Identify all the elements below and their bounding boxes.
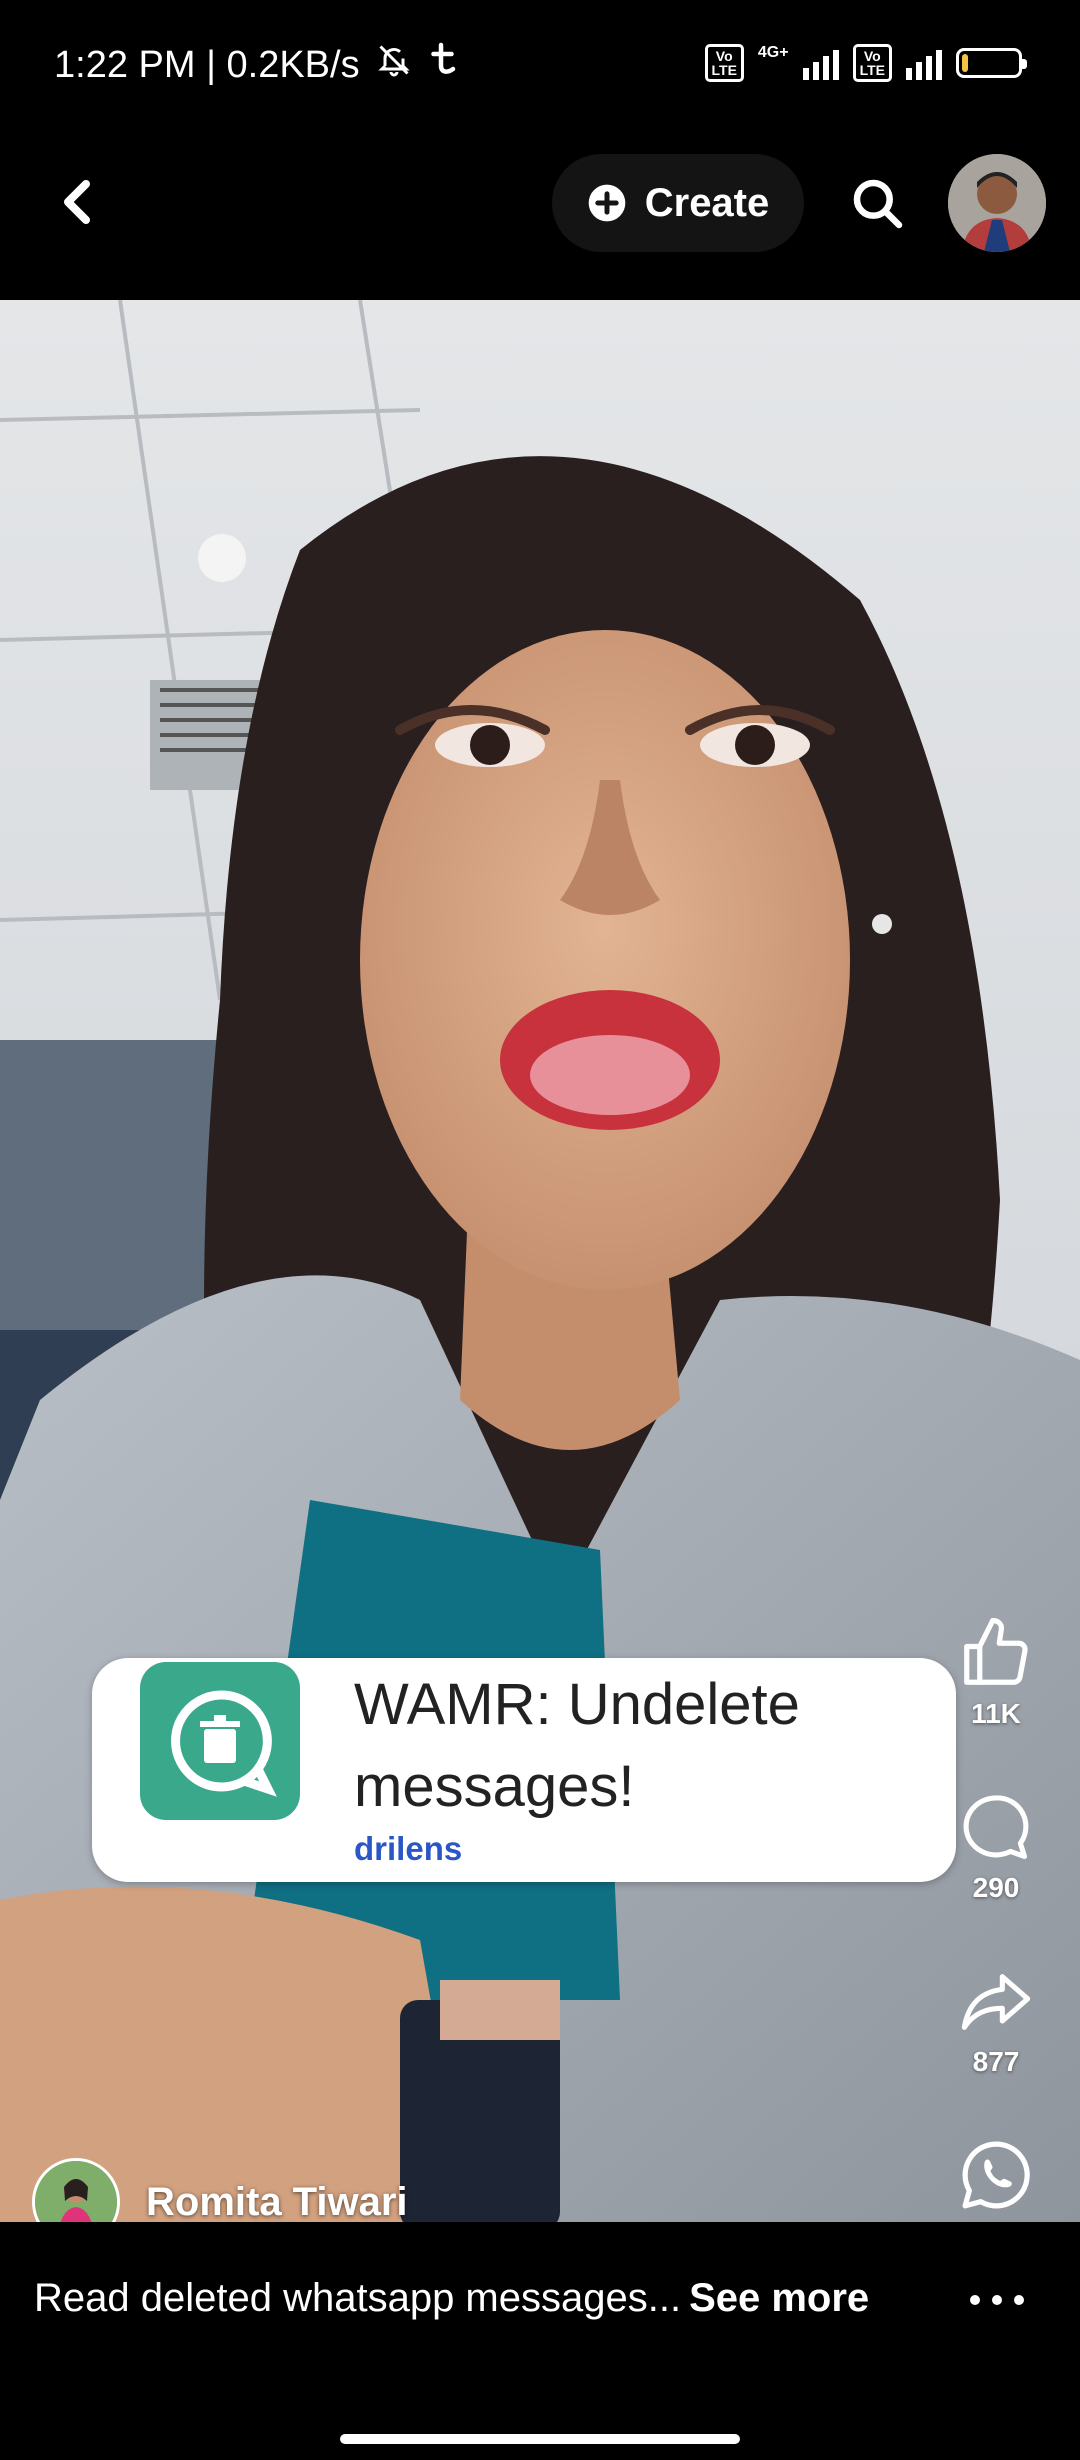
video-frame xyxy=(0,300,1080,2222)
author-row[interactable]: Romita Tiwari xyxy=(32,2158,408,2222)
volte-badge-2: Vo LTE xyxy=(852,44,892,82)
back-button[interactable] xyxy=(46,172,106,232)
search-icon xyxy=(853,179,903,229)
battery-level: 11 xyxy=(978,51,1000,74)
time-speed-text: 1:22 PM | 0.2KB/s xyxy=(54,43,360,86)
status-bar: 1:22 PM | 0.2KB/s Vo LTE 4G+ Vo LTE 11 xyxy=(0,0,1080,130)
chevron-left-icon xyxy=(64,180,90,224)
more-horizontal-icon xyxy=(970,2295,980,2305)
status-right: Vo LTE 4G+ Vo LTE 11 xyxy=(704,44,1027,82)
app-overlay-card: WAMR: Undelete messages! drilens xyxy=(92,1658,956,1882)
app-notification-icon xyxy=(428,42,460,88)
more-dot xyxy=(1014,2295,1024,2305)
video-player[interactable]: WAMR: Undelete messages! drilens 11K 290… xyxy=(0,300,1080,2222)
create-button[interactable]: Create xyxy=(552,154,804,252)
share-button[interactable]: 877 xyxy=(946,1964,1046,2078)
share-count: 877 xyxy=(972,2046,1020,2077)
profile-avatar[interactable] xyxy=(948,154,1046,252)
top-nav: Create xyxy=(0,130,1080,300)
thumbs-up-icon xyxy=(964,1617,1028,1685)
like-button[interactable]: 11K xyxy=(946,1614,1046,1730)
app-icon xyxy=(140,1662,300,1820)
network-type: 4G+ xyxy=(757,44,789,61)
comment-button[interactable]: 290 xyxy=(946,1790,1046,1904)
app-developer: drilens xyxy=(354,1830,463,1867)
author-name[interactable]: Romita Tiwari xyxy=(146,2180,408,2223)
author-avatar[interactable] xyxy=(32,2158,120,2222)
caption[interactable]: Read deleted whatsapp messages... See mor… xyxy=(34,2276,869,2321)
share-arrow-icon xyxy=(961,1974,1031,2030)
whatsapp-share-button[interactable] xyxy=(946,2136,1046,2214)
status-left: 1:22 PM | 0.2KB/s xyxy=(54,42,460,88)
see-more-link[interactable]: See more xyxy=(689,2276,869,2320)
comment-bubble-icon xyxy=(963,1795,1029,1860)
search-button[interactable] xyxy=(846,172,910,236)
battery-fill xyxy=(962,54,968,72)
signal-strength-icon-2 xyxy=(906,46,942,80)
trash-chat-bubble-icon xyxy=(171,1690,277,1797)
more-dot xyxy=(992,2295,1002,2305)
plus-circle-icon xyxy=(588,184,626,222)
create-label: Create xyxy=(644,180,770,225)
caption-text: Read deleted whatsapp messages... xyxy=(34,2276,682,2320)
like-count: 11K xyxy=(971,1698,1021,1729)
whatsapp-icon xyxy=(962,2141,1030,2209)
battery-icon: 11 xyxy=(956,48,1027,78)
caption-bar: Read deleted whatsapp messages... See mor… xyxy=(0,2222,1080,2460)
home-indicator[interactable] xyxy=(340,2434,740,2444)
signal-strength-icon xyxy=(802,46,839,80)
more-options-button[interactable] xyxy=(970,2280,1024,2320)
comment-count: 290 xyxy=(972,1872,1020,1903)
muted-bell-icon xyxy=(376,42,412,88)
volte-badge: Vo LTE xyxy=(704,44,744,82)
app-title: WAMR: Undelete messages! xyxy=(354,1672,800,1819)
